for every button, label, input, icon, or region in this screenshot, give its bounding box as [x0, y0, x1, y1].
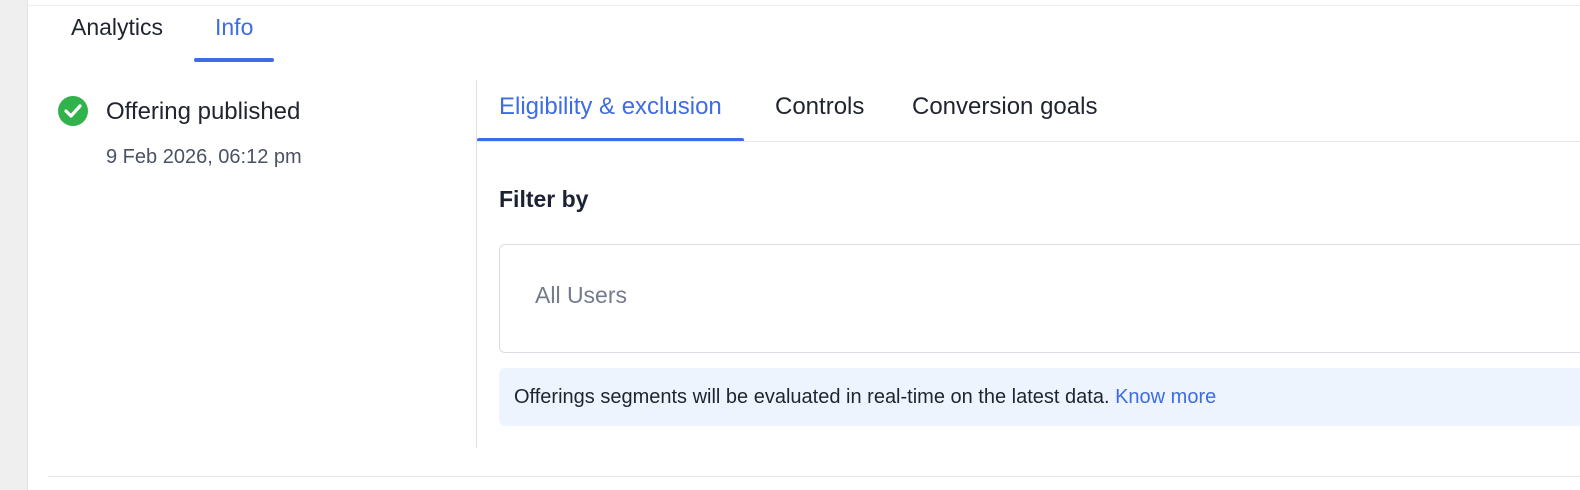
status-title: Offering published: [106, 98, 301, 125]
bottom-divider: [48, 476, 1580, 477]
top-divider: [28, 5, 1580, 6]
left-rail: [0, 0, 28, 490]
tab-info[interactable]: Info: [194, 12, 275, 62]
tab-controls[interactable]: Controls: [753, 88, 886, 141]
sub-tab-divider: [477, 141, 1580, 142]
info-banner-text: Offerings segments will be evaluated in …: [514, 384, 1216, 410]
info-banner: Offerings segments will be evaluated in …: [499, 368, 1580, 426]
tab-conversion-goals[interactable]: Conversion goals: [890, 88, 1119, 141]
filter-selected-value: All Users: [535, 282, 628, 308]
tab-eligibility-exclusion[interactable]: Eligibility & exclusion: [477, 88, 744, 142]
tab-analytics[interactable]: Analytics: [50, 12, 184, 62]
filter-select[interactable]: All Users: [499, 244, 1580, 353]
filter-label: Filter by: [499, 186, 589, 212]
status-timestamp: 9 Feb 2026, 06:12 pm: [106, 146, 302, 168]
know-more-link[interactable]: Know more: [1115, 386, 1216, 408]
check-circle-icon: [58, 96, 88, 126]
info-message: Offerings segments will be evaluated in …: [514, 386, 1116, 408]
